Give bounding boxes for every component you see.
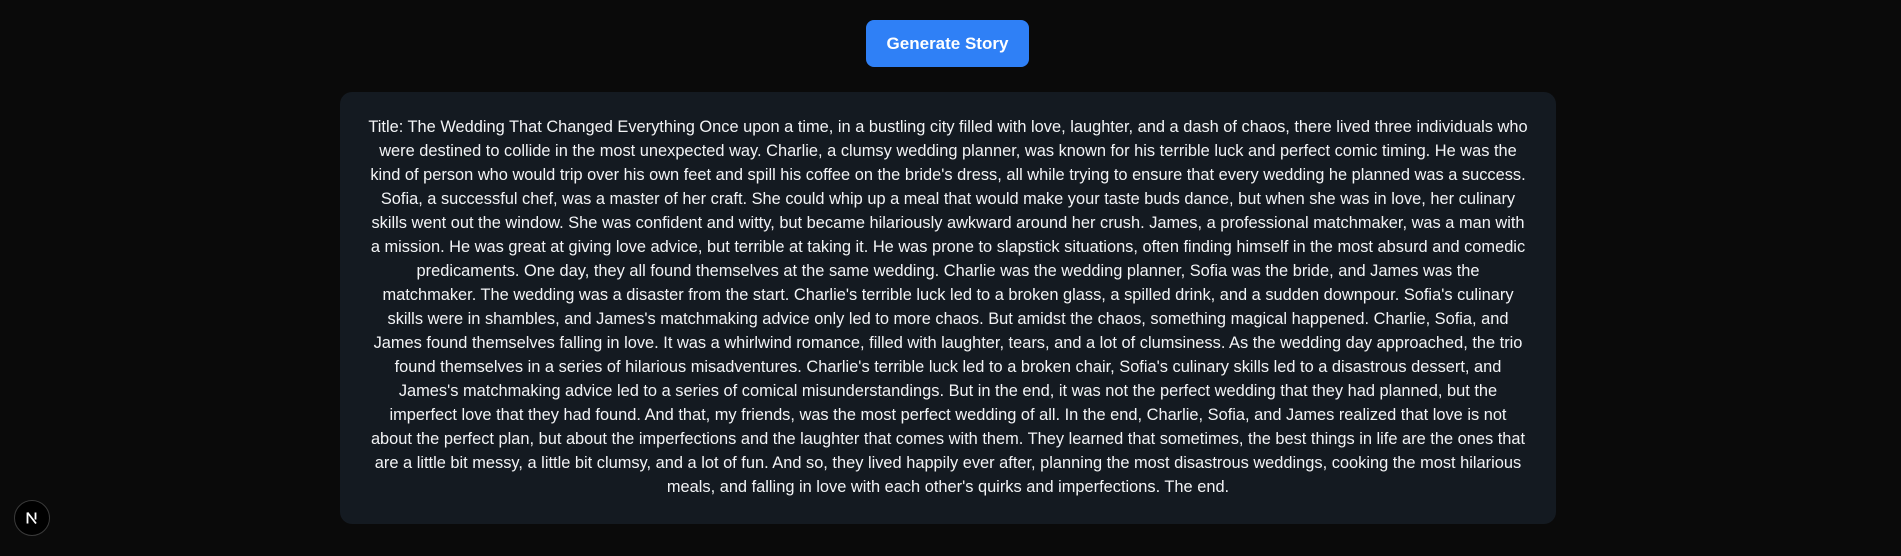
story-card: Title: The Wedding That Changed Everythi… [340,92,1556,524]
story-text: Title: The Wedding That Changed Everythi… [368,118,1528,496]
nextjs-dev-indicator[interactable] [14,500,50,536]
generate-story-button[interactable]: Generate Story [866,20,1029,67]
page: Generate Story Title: The Wedding That C… [0,0,1901,556]
nextjs-logo-icon [26,511,37,525]
